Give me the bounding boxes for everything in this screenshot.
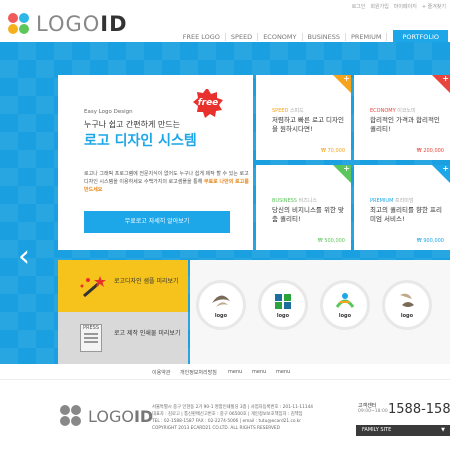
promo-sample-preview[interactable]: 로고디자인 샘플 미리보기: [58, 260, 188, 312]
tile-category-en: PREMIUM: [370, 198, 394, 204]
footer-address: 서울특별시 중구 인현동 2가 90-1 명함인쇄빌딩 3층 | 사업자등록번호…: [152, 404, 352, 432]
tile-category-en: SPEED: [272, 108, 289, 114]
util-mypage-link[interactable]: 마이페이지: [394, 3, 417, 10]
tile-category-ko: 프리미엄: [395, 198, 414, 204]
footer-menu-link[interactable]: menu: [276, 369, 290, 375]
util-join-link[interactable]: 회원가입: [370, 3, 388, 10]
nav-business[interactable]: BUSINESS: [303, 33, 346, 41]
tile-title: 당신의 비지니스를 위한 맞춤 퀄리티!: [272, 206, 344, 223]
site-logo[interactable]: LOGOID: [8, 12, 128, 36]
top-bar: LOGOID 로그인 회원가입 마이페이지 + 즐겨찾기 FREE LOGO S…: [0, 0, 450, 44]
family-site-select[interactable]: FAMILY SITE ▼: [356, 425, 450, 436]
promo-print-text: 로고 제작 인쇄물 미리보기: [114, 330, 181, 337]
tile-premium[interactable]: + PREMIUM 프리미엄 최고의 퀄리티를 향한 프리미엄 서비스! ₩ 9…: [354, 164, 450, 250]
sample-logo-label: logo: [338, 313, 352, 319]
tile-price: ₩ 70,000: [320, 148, 345, 154]
sample-logo-2[interactable]: logo: [258, 280, 308, 330]
hero-body: 로고나 그래픽 프로그램에 전문지식이 없어도 누구나 쉽게 제작 할 수 있는…: [84, 170, 249, 194]
sample-logo-mark-icon: [275, 294, 291, 309]
free-badge-label: free: [197, 98, 219, 108]
tile-price: ₩ 500,000: [317, 238, 345, 244]
tile-title: 합리적인 가격과 합리적인 퀄리티!: [370, 116, 440, 133]
sample-logo-label: logo: [400, 313, 414, 319]
tile-price: ₩ 200,000: [416, 148, 444, 154]
tile-category-en: ECONOMY: [370, 108, 396, 114]
footer-logo-mark-icon: [60, 405, 82, 427]
footer-links: 이용약관 개인정보처리방침 menu menu menu: [0, 364, 450, 380]
footer-menu-link[interactable]: menu: [228, 369, 242, 375]
hero-eyebrow: Easy Logo Design: [84, 109, 133, 115]
footer-menu-link[interactable]: menu: [252, 369, 266, 375]
address-line: 서울특별시 중구 인현동 2가 90-1 명함인쇄빌딩 3층 | 사업자등록번호…: [152, 405, 314, 410]
footer-logo[interactable]: LOGOID: [60, 405, 153, 427]
nav-speed[interactable]: SPEED: [226, 33, 259, 41]
sample-logo-1[interactable]: logo: [196, 280, 246, 330]
plus-icon[interactable]: +: [442, 74, 449, 83]
tile-category: BUSINESS 비즈니스: [272, 197, 317, 204]
sample-logo-row: logo logo logo logo: [190, 260, 450, 364]
plus-icon[interactable]: +: [442, 164, 449, 173]
main-card: free Easy Logo Design 누구나 쉽고 간편하게 만드는 로고…: [58, 75, 253, 250]
utility-links: 로그인 회원가입 마이페이지 + 즐겨찾기: [352, 3, 446, 10]
footer-privacy-link[interactable]: 개인정보처리방침: [180, 369, 217, 376]
free-logo-detail-button[interactable]: 무료로고 자세히 알아보기: [84, 211, 230, 233]
free-badge: free: [193, 89, 223, 119]
tile-category: ECONOMY 이코노미: [370, 107, 416, 114]
address-line: TEL : 02-1588-1587 FAX : 02-2274-5006 | …: [152, 419, 302, 424]
sample-logo-label: logo: [214, 313, 228, 319]
tile-category-ko: 스피드: [289, 108, 304, 114]
family-site-label: FAMILY SITE: [362, 427, 392, 433]
tile-category-en: BUSINESS: [272, 198, 297, 204]
tile-price: ₩ 900,000: [416, 238, 444, 244]
hero-subtitle: 누구나 쉽고 간편하게 만드는: [84, 120, 180, 129]
footer: LOGOID 서울특별시 중구 인현동 2가 90-1 명함인쇄빌딩 3층 | …: [0, 380, 450, 450]
cs-hours: 09:00~18:00: [358, 409, 388, 414]
sample-logo-4[interactable]: logo: [382, 280, 432, 330]
logo-mark-icon: [8, 13, 30, 35]
address-line: COPYRIGHT 2013 ECARD21 CO.LTD. ALL RIGHT…: [152, 426, 280, 431]
promo-panel: 로고디자인 샘플 미리보기 PRESS 로고 제작 인쇄물 미리보기: [58, 260, 188, 364]
slider-prev-arrow-icon[interactable]: ‹: [18, 242, 30, 272]
plus-icon[interactable]: +: [343, 164, 350, 173]
tile-category-ko: 비즈니스: [298, 198, 317, 204]
tile-title: 최고의 퀄리티를 향한 프리미엄 서비스!: [370, 206, 442, 223]
press-icon-label: PRESS: [83, 325, 99, 331]
plus-icon[interactable]: +: [343, 74, 350, 83]
nav-free-logo[interactable]: FREE LOGO: [178, 33, 226, 41]
tile-category-ko: 이코노미: [397, 108, 416, 114]
tile-business[interactable]: + BUSINESS 비즈니스 당신의 비지니스를 위한 맞춤 퀄리티! ₩ 5…: [256, 164, 351, 250]
sample-logo-label: logo: [276, 313, 290, 319]
sample-logo-mark-icon: [212, 295, 230, 307]
logo-text: LOGOID: [36, 12, 128, 36]
tile-economy[interactable]: + ECONOMY 이코노미 합리적인 가격과 합리적인 퀄리티! ₩ 200,…: [354, 74, 450, 160]
tile-category: PREMIUM 프리미엄: [370, 197, 413, 204]
nav-premium[interactable]: PREMIUM: [346, 33, 388, 41]
sample-logo-mark-icon: [335, 293, 355, 308]
tile-category: SPEED 스피드: [272, 107, 304, 114]
press-document-icon: PRESS: [80, 324, 102, 352]
chevron-down-icon: ▼: [441, 427, 445, 433]
util-favorite-link[interactable]: + 즐겨찾기: [422, 3, 446, 10]
promo-sample-text: 로고디자인 샘플 미리보기: [114, 278, 179, 285]
cs-phone: 1588-1587: [388, 402, 450, 417]
sample-logo-3[interactable]: logo: [320, 280, 370, 330]
address-line: 대표자 : 김로고 | 통신판매신고번호 : 중구 06500호 | 개인정보보…: [152, 412, 303, 417]
footer-logo-text: LOGOID: [88, 406, 154, 426]
promo-print-preview[interactable]: PRESS 로고 제작 인쇄물 미리보기: [58, 312, 188, 364]
tile-speed[interactable]: + SPEED 스피드 저렴하고 빠른 로고 디자인을 원하시다면! ₩ 70,…: [256, 74, 351, 160]
nav-economy[interactable]: ECONOMY: [258, 33, 303, 41]
magic-wand-icon: [80, 276, 106, 298]
hero-title: 로고 디자인 시스템: [84, 133, 197, 149]
tile-title: 저렴하고 빠른 로고 디자인을 원하시다면!: [272, 116, 344, 133]
footer-terms-link[interactable]: 이용약관: [152, 369, 170, 376]
cs-label: 고객센터: [358, 403, 377, 409]
util-login-link[interactable]: 로그인: [352, 3, 366, 10]
sample-logo-mark-icon: [400, 293, 414, 307]
